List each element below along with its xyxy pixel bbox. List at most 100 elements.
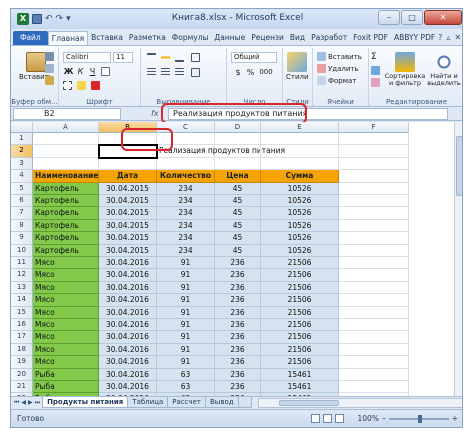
cell[interactable]: 30.04.2015	[99, 232, 157, 245]
vertical-scrollbar[interactable]	[454, 122, 462, 396]
row-header[interactable]: 4	[11, 170, 33, 183]
cell[interactable]	[261, 145, 339, 158]
cut-icon[interactable]	[45, 52, 54, 61]
row-header[interactable]: 14	[11, 294, 33, 307]
minimize-ribbon-icon[interactable]: ▵	[446, 31, 450, 45]
cell[interactable]: 30.04.2015	[99, 219, 157, 233]
maximize-button[interactable]: □	[401, 10, 423, 25]
column-header[interactable]: E	[261, 122, 339, 133]
cell[interactable]: 30.04.2016	[99, 294, 157, 307]
cell[interactable]: Картофель	[33, 219, 99, 233]
cell[interactable]: 10526	[261, 244, 339, 257]
cell[interactable]: 63	[157, 368, 215, 381]
align-top-icon[interactable]	[147, 53, 156, 62]
sheet-tab[interactable]: Вывод	[205, 397, 239, 408]
cell[interactable]	[33, 145, 99, 158]
cell[interactable]: Мясо	[33, 306, 99, 319]
fill-color-icon[interactable]	[77, 81, 86, 90]
tab-9[interactable]: Foxit PDF	[350, 31, 391, 45]
cell[interactable]: Мясо	[33, 281, 99, 295]
bold-button[interactable]: Ж	[63, 66, 74, 77]
cell[interactable]	[339, 145, 409, 158]
sheet-nav-button[interactable]: ⏮	[14, 398, 19, 407]
vertical-scroll-thumb[interactable]	[456, 136, 462, 196]
cell[interactable]: Картофель	[33, 207, 99, 220]
delete-cells-button[interactable]: Удалить	[317, 64, 359, 73]
page-break-view-icon[interactable]	[335, 414, 344, 423]
cell[interactable]: 236	[215, 356, 261, 369]
tab-4[interactable]: Формулы	[169, 31, 212, 45]
cell[interactable]: 45	[215, 207, 261, 220]
percent-button[interactable]: %	[245, 67, 256, 78]
insert-function-icon[interactable]: fx	[151, 108, 159, 120]
select-all-corner[interactable]	[11, 122, 33, 133]
cell[interactable]	[215, 157, 261, 171]
cell[interactable]: Мясо	[33, 257, 99, 270]
tab-0[interactable]: Файл	[13, 31, 48, 45]
table-header-cell[interactable]: Цена	[215, 170, 261, 183]
cell[interactable]	[339, 269, 409, 282]
row-header[interactable]: 8	[11, 219, 33, 233]
row-header[interactable]: 9	[11, 232, 33, 245]
sheet-nav-button[interactable]: ⏭	[35, 398, 40, 407]
cell[interactable]: Мясо	[33, 331, 99, 344]
copy-icon[interactable]	[45, 64, 54, 73]
cell[interactable]	[339, 182, 409, 195]
row-header[interactable]: 6	[11, 195, 33, 208]
row-header[interactable]: 2	[11, 145, 33, 158]
tab-5[interactable]: Данные	[211, 31, 248, 45]
cell[interactable]	[157, 157, 215, 171]
cell[interactable]: Мясо	[33, 356, 99, 369]
clear-icon[interactable]	[371, 78, 380, 87]
cell[interactable]: 30.04.2016	[99, 269, 157, 282]
font-size-select[interactable]: 11	[113, 52, 133, 63]
borders-icon[interactable]	[63, 81, 72, 90]
cell[interactable]: Рыба	[33, 381, 99, 394]
cell[interactable]: Мясо	[33, 343, 99, 357]
wrap-text-icon[interactable]	[191, 53, 200, 62]
cell[interactable]: 91	[157, 306, 215, 319]
cell[interactable]: 30.04.2016	[99, 381, 157, 394]
cell[interactable]	[339, 343, 409, 357]
tab-6[interactable]: Рецензи	[248, 31, 287, 45]
cell[interactable]: 30.04.2016	[99, 343, 157, 357]
cell[interactable]: 234	[157, 182, 215, 195]
row-header[interactable]: 11	[11, 257, 33, 270]
column-header[interactable]: A	[33, 122, 99, 133]
cell[interactable]: 10526	[261, 182, 339, 195]
cell[interactable]: 30.04.2016	[99, 257, 157, 270]
cell[interactable]: 234	[157, 232, 215, 245]
merge-center-icon[interactable]	[191, 68, 200, 77]
zoom-slider[interactable]	[388, 414, 449, 423]
cell[interactable]	[339, 157, 409, 171]
row-header[interactable]: 15	[11, 306, 33, 319]
cell[interactable]: Мясо	[33, 294, 99, 307]
cell[interactable]: 15461	[261, 381, 339, 394]
cell[interactable]: 21506	[261, 356, 339, 369]
zoom-slider-knob[interactable]	[417, 414, 422, 423]
row-header[interactable]: 3	[11, 157, 33, 171]
find-select-button[interactable]: Найти и выделить	[425, 52, 462, 87]
table-header-cell[interactable]: Наименование	[33, 170, 99, 183]
sheet-tab[interactable]: Рассчет	[167, 397, 206, 408]
align-bottom-icon[interactable]	[175, 53, 184, 62]
tab-10[interactable]: ABBYY PDF	[391, 31, 438, 45]
row-header[interactable]: 16	[11, 319, 33, 332]
cell[interactable]: 21506	[261, 319, 339, 332]
cell[interactable]: 45	[215, 232, 261, 245]
cell[interactable]: Картофель	[33, 182, 99, 195]
cell[interactable]: 21506	[261, 343, 339, 357]
row-header[interactable]: 7	[11, 207, 33, 220]
cell[interactable]: 30.04.2015	[99, 182, 157, 195]
cell[interactable]	[339, 257, 409, 270]
cell[interactable]: 236	[215, 281, 261, 295]
font-size-increase-icon[interactable]	[101, 67, 110, 76]
tab-8[interactable]: Разработ	[308, 31, 350, 45]
cell[interactable]	[339, 319, 409, 332]
cell[interactable]	[33, 133, 99, 146]
cell[interactable]: 236	[215, 331, 261, 344]
table-header-cell[interactable]: Дата	[99, 170, 157, 183]
cell[interactable]: 30.04.2015	[99, 207, 157, 220]
table-header-cell[interactable]: Количество	[157, 170, 215, 183]
align-left-icon[interactable]	[147, 68, 156, 77]
